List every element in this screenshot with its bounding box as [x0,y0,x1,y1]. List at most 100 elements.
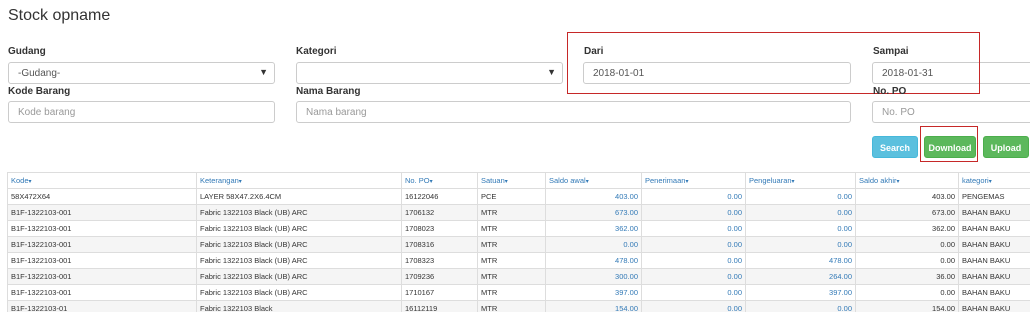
no-po-input[interactable]: No. PO [872,101,1030,123]
column-header-label: Saldo awal [549,176,586,185]
sort-icon: ▾ [988,179,992,185]
column-header-no-po[interactable]: No. PO▾ [401,172,478,189]
table-cell: 0.00 [545,236,642,253]
table-cell: 403.00 [855,188,959,205]
table-cell: B1F-1322103-001 [7,284,197,301]
table-cell: 16112119 [401,300,478,312]
sort-icon: ▾ [238,179,242,185]
search-button[interactable]: Search [872,136,918,158]
table-cell: 1708316 [401,236,478,253]
no-po-label: No. PO [873,86,907,97]
sort-icon: ▾ [429,179,433,185]
table-cell: BAHAN BAKU [958,204,1030,221]
gudang-select-value: -Gudang- [18,68,61,79]
column-header-label: Kode [11,176,29,185]
table-cell: BAHAN BAKU [958,220,1030,237]
table-header-row: Kode▾ Keterangan▾ No. PO▾ Satuan▾ Saldo awal… [7,172,1030,189]
sort-icon: ▾ [685,179,689,185]
table-cell: B1F-1322103-001 [7,220,197,237]
table-cell: 264.00 [745,268,856,285]
page-title: Stock opname [8,7,111,24]
nama-barang-input[interactable]: Nama barang [296,101,851,123]
chevron-down-icon: ▼ [547,67,556,77]
kategori-select[interactable]: ▼ [296,62,563,84]
table-row: B1F-1322103-001 Fabric 1322103 Black (UB)… [7,268,1030,285]
table-cell: 1708323 [401,252,478,269]
upload-button[interactable]: Upload [983,136,1029,158]
table-cell: B1F-1322103-001 [7,236,197,253]
table-cell: 0.00 [745,300,856,312]
table-cell: PCE [477,188,546,205]
nama-barang-label: Nama Barang [296,86,361,97]
kode-barang-label: Kode Barang [8,86,71,97]
table-cell: 403.00 [545,188,642,205]
table-cell: 0.00 [641,220,746,237]
table-cell: BAHAN BAKU [958,284,1030,301]
sort-icon: ▾ [585,179,589,185]
table-cell: 36.00 [855,268,959,285]
table-cell: 0.00 [745,220,856,237]
table-cell: 0.00 [641,300,746,312]
kategori-label: Kategori [296,46,337,57]
table-cell: 58X472X64 [7,188,197,205]
table-cell: 397.00 [745,284,856,301]
table-cell: 0.00 [641,268,746,285]
table-cell: MTR [477,268,546,285]
table-cell: 1706132 [401,204,478,221]
table-cell: MTR [477,204,546,221]
column-header-penerimaan[interactable]: Penerimaan▾ [641,172,746,189]
table-cell: Fabric 1322103 Black [196,300,402,312]
table-cell: BAHAN BAKU [958,300,1030,312]
table-cell: 154.00 [545,300,642,312]
gudang-label: Gudang [8,46,46,57]
table-cell: Fabric 1322103 Black (UB) ARC [196,284,402,301]
table-cell: 397.00 [545,284,642,301]
sort-icon: ▾ [28,179,32,185]
table-cell: B1F-1322103-001 [7,204,197,221]
table-cell: 0.00 [641,284,746,301]
table-row: 58X472X64 LAYER 58X47.2X6.4CM 16122046 PCE 4… [7,188,1030,205]
table-cell: 478.00 [745,252,856,269]
chevron-down-icon: ▼ [259,67,268,77]
column-header-saldo-awal[interactable]: Saldo awal▾ [545,172,642,189]
column-header-saldo-akhir[interactable]: Saldo akhir▾ [855,172,959,189]
table-row: B1F-1322103-001 Fabric 1322103 Black (UB)… [7,284,1030,301]
table-cell: PENGEMAS [958,188,1030,205]
table-cell: Fabric 1322103 Black (UB) ARC [196,220,402,237]
sort-icon: ▾ [896,179,900,185]
table-cell: BAHAN BAKU [958,268,1030,285]
column-header-pengeluaran[interactable]: Pengeluaran▾ [745,172,856,189]
table-cell: BAHAN BAKU [958,236,1030,253]
table-cell: B1F-1322103-01 [7,300,197,312]
table-cell: 362.00 [855,220,959,237]
download-highlight [920,126,978,162]
column-header-satuan[interactable]: Satuan▾ [477,172,546,189]
table-cell: 0.00 [641,204,746,221]
kode-barang-input[interactable]: Kode barang [8,101,275,123]
table-row: B1F-1322103-001 Fabric 1322103 Black (UB)… [7,204,1030,221]
table-cell: Fabric 1322103 Black (UB) ARC [196,204,402,221]
column-header-label: Saldo akhir [859,176,897,185]
table-cell: MTR [477,252,546,269]
table-cell: MTR [477,220,546,237]
column-header-keterangan[interactable]: Keterangan▾ [196,172,402,189]
gudang-select[interactable]: -Gudang- ▼ [8,62,275,84]
table-cell: 0.00 [745,188,856,205]
column-header-kategori[interactable]: kategori▾ [958,172,1030,189]
table-cell: 300.00 [545,268,642,285]
table-row: B1F-1322103-001 Fabric 1322103 Black (UB)… [7,236,1030,253]
table-cell: Fabric 1322103 Black (UB) ARC [196,268,402,285]
column-header-label: Keterangan [200,176,239,185]
table-cell: 0.00 [641,236,746,253]
table-cell: 1709236 [401,268,478,285]
table-cell: 478.00 [545,252,642,269]
table-row: B1F-1322103-001 Fabric 1322103 Black (UB)… [7,252,1030,269]
sort-icon: ▾ [791,179,795,185]
table-cell: 362.00 [545,220,642,237]
column-header-label: Penerimaan [645,176,686,185]
table-cell: 16122046 [401,188,478,205]
column-header-kode[interactable]: Kode▾ [7,172,197,189]
table-cell: Fabric 1322103 Black (UB) ARC [196,252,402,269]
table-cell: 0.00 [641,188,746,205]
table-cell: 0.00 [745,204,856,221]
